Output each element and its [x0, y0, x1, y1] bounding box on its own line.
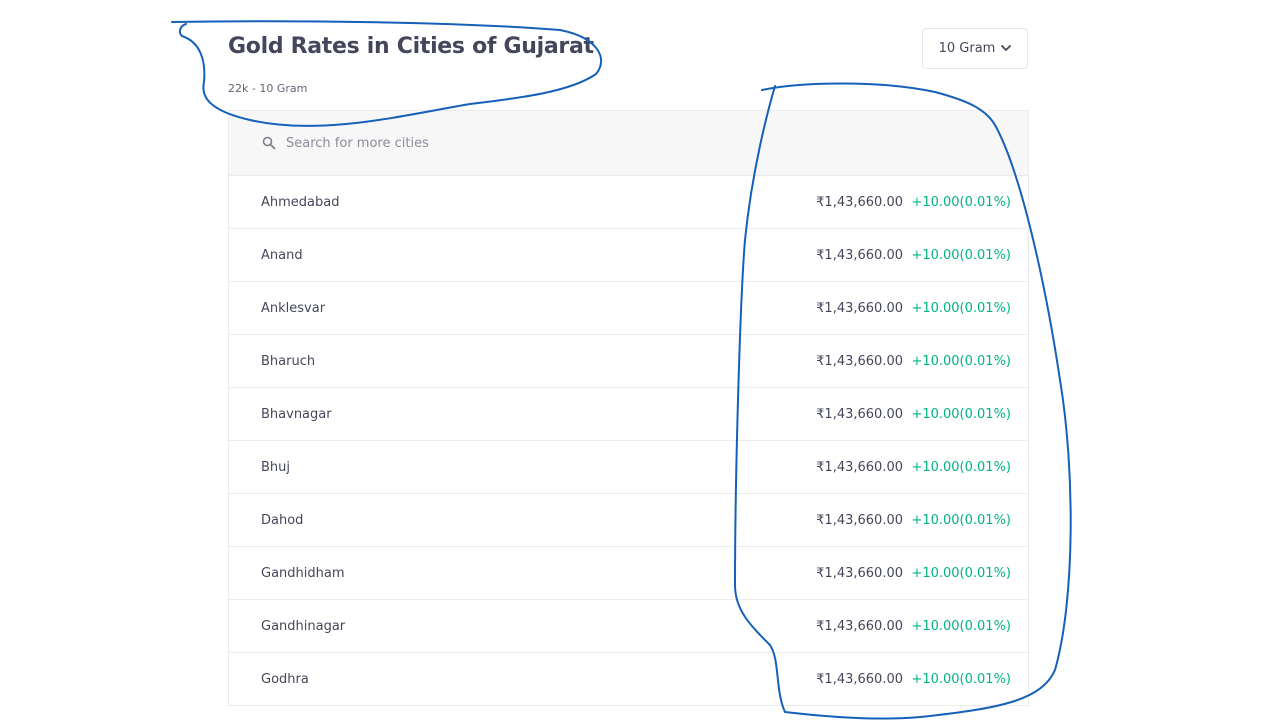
city-name[interactable]: Gandhinagar — [261, 619, 345, 634]
city-name[interactable]: Anand — [261, 248, 303, 263]
city-price: ₹1,43,660.00 — [816, 300, 903, 316]
city-rates-table: Ahmedabad ₹1,43,660.00 +10.00(0.01%) Anand ₹… — [228, 110, 1029, 706]
price-change: +10.00(0.01%) — [911, 194, 1011, 210]
city-price: ₹1,43,660.00 — [816, 406, 903, 422]
price-change: +10.00(0.01%) — [911, 565, 1011, 581]
search-input[interactable] — [286, 135, 686, 151]
city-name[interactable]: Bharuch — [261, 354, 315, 369]
city-price: ₹1,43,660.00 — [816, 565, 903, 581]
city-name[interactable]: Bhuj — [261, 460, 290, 475]
price-change: +10.00(0.01%) — [911, 300, 1011, 316]
city-name[interactable]: Bhavnagar — [261, 407, 332, 422]
city-list: Ahmedabad ₹1,43,660.00 +10.00(0.01%) Anand ₹… — [229, 176, 1028, 706]
page-title: Gold Rates in Cities of Gujarat — [228, 34, 594, 59]
city-price: ₹1,43,660.00 — [816, 194, 903, 210]
city-name[interactable]: Gandhidham — [261, 566, 345, 581]
search-icon — [262, 136, 286, 150]
table-row[interactable]: Anand ₹1,43,660.00 +10.00(0.01%) — [229, 229, 1028, 282]
page: Gold Rates in Cities of Gujarat 22k - 10… — [0, 0, 1280, 720]
city-price: ₹1,43,660.00 — [816, 247, 903, 263]
city-price: ₹1,43,660.00 — [816, 512, 903, 528]
chevron-down-icon — [1001, 45, 1012, 52]
page-subtitle: 22k - 10 Gram — [228, 82, 308, 95]
unit-dropdown-label: 10 Gram — [938, 41, 996, 56]
city-name[interactable]: Anklesvar — [261, 301, 325, 316]
price-change: +10.00(0.01%) — [911, 671, 1011, 687]
table-row[interactable]: Anklesvar ₹1,43,660.00 +10.00(0.01%) — [229, 282, 1028, 335]
unit-dropdown[interactable]: 10 Gram — [922, 28, 1028, 69]
table-row[interactable]: Gandhidham ₹1,43,660.00 +10.00(0.01%) — [229, 547, 1028, 600]
table-row[interactable]: Bhuj ₹1,43,660.00 +10.00(0.01%) — [229, 441, 1028, 494]
table-row[interactable]: Ahmedabad ₹1,43,660.00 +10.00(0.01%) — [229, 176, 1028, 229]
price-change: +10.00(0.01%) — [911, 459, 1011, 475]
city-name[interactable]: Godhra — [261, 672, 309, 687]
table-row[interactable]: Godhra ₹1,43,660.00 +10.00(0.01%) — [229, 653, 1028, 706]
price-change: +10.00(0.01%) — [911, 406, 1011, 422]
city-price: ₹1,43,660.00 — [816, 618, 903, 634]
table-row[interactable]: Dahod ₹1,43,660.00 +10.00(0.01%) — [229, 494, 1028, 547]
city-price: ₹1,43,660.00 — [816, 459, 903, 475]
city-price: ₹1,43,660.00 — [816, 353, 903, 369]
table-row[interactable]: Bhavnagar ₹1,43,660.00 +10.00(0.01%) — [229, 388, 1028, 441]
price-change: +10.00(0.01%) — [911, 512, 1011, 528]
price-change: +10.00(0.01%) — [911, 247, 1011, 263]
search-bar — [229, 110, 1028, 176]
city-name[interactable]: Ahmedabad — [261, 195, 339, 210]
city-price: ₹1,43,660.00 — [816, 671, 903, 687]
price-change: +10.00(0.01%) — [911, 618, 1011, 634]
table-row[interactable]: Bharuch ₹1,43,660.00 +10.00(0.01%) — [229, 335, 1028, 388]
city-name[interactable]: Dahod — [261, 513, 303, 528]
price-change: +10.00(0.01%) — [911, 353, 1011, 369]
table-row[interactable]: Gandhinagar ₹1,43,660.00 +10.00(0.01%) — [229, 600, 1028, 653]
